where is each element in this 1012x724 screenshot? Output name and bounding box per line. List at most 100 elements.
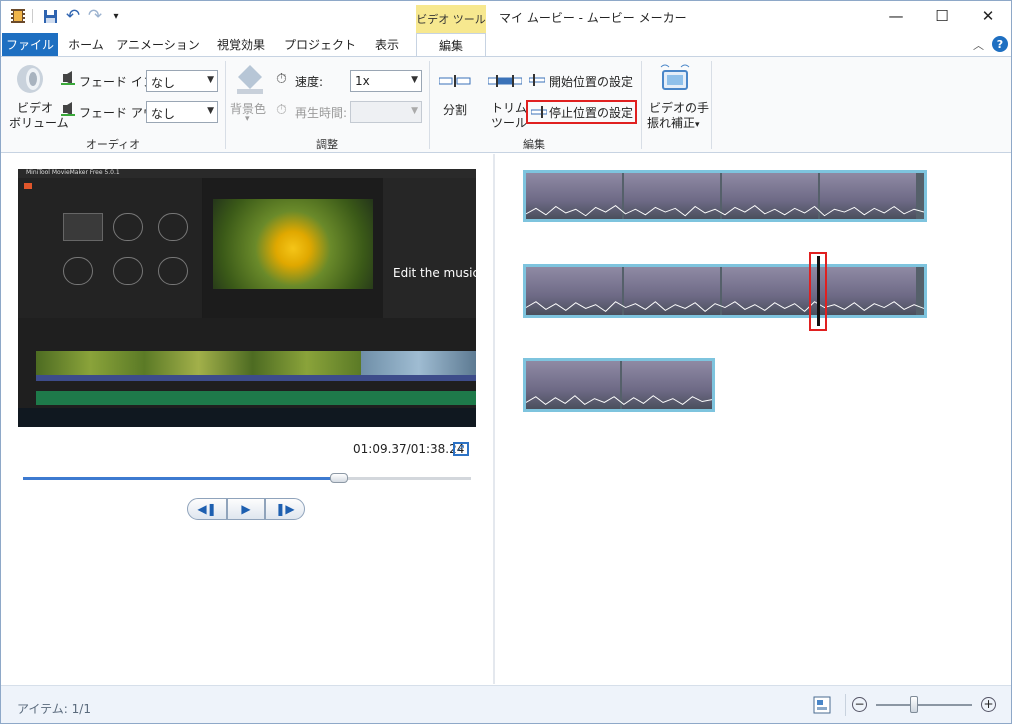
- video-volume-label-2[interactable]: ボリューム: [9, 114, 69, 131]
- set-start-point-icon[interactable]: [528, 74, 546, 89]
- thumbnail-size-icon[interactable]: [813, 696, 831, 714]
- group-separator: [711, 61, 712, 149]
- group-label-edit: 編集: [523, 138, 545, 151]
- embedded-taskbar: [18, 408, 476, 427]
- set-end-point-button[interactable]: 停止位置の設定: [549, 104, 633, 121]
- tab-file[interactable]: ファイル: [2, 33, 58, 56]
- speed-label: 速度:: [295, 75, 324, 89]
- group-separator: [429, 61, 430, 149]
- seek-bar-progress: [23, 477, 339, 480]
- embedded-import-tile: [63, 213, 103, 241]
- speed-icon: ⏱: [276, 71, 287, 87]
- chevron-down-icon: ▼: [411, 75, 418, 85]
- maximize-icon: ☐: [935, 7, 949, 25]
- embedded-music-tile: [158, 257, 188, 285]
- group-label-adjust: 調整: [316, 138, 338, 151]
- next-frame-button[interactable]: ❚▶: [265, 498, 305, 520]
- play-button[interactable]: ▶: [227, 498, 265, 520]
- tab-view[interactable]: 表示: [363, 33, 411, 56]
- fullscreen-icon[interactable]: ↗: [453, 442, 469, 456]
- chevron-down-icon: ▼: [207, 106, 214, 116]
- tab-visual-effects[interactable]: 視覚効果: [205, 33, 277, 56]
- status-bar: アイテム: 1/1 − +: [1, 685, 1011, 723]
- qat-customize-icon[interactable]: ▾: [107, 7, 125, 25]
- window-title: マイ ムービー - ムービー メーカー: [499, 11, 687, 25]
- embedded-music-tile: [113, 213, 143, 241]
- play-icon: ▶: [241, 502, 251, 516]
- fade-in-select[interactable]: なし ▼: [146, 70, 218, 92]
- embedded-music-tile: [158, 213, 188, 241]
- video-preview[interactable]: MiniTool MovieMaker Free 5.0.1 Edit the …: [18, 169, 476, 427]
- fade-out-select[interactable]: なし ▼: [146, 101, 218, 123]
- video-stabilization-icon[interactable]: [659, 63, 691, 98]
- context-tab-video-tools: ビデオ ツール: [416, 5, 486, 33]
- previous-frame-icon: ◀❚: [197, 502, 217, 516]
- zoom-in-icon[interactable]: +: [981, 697, 996, 712]
- embedded-media-icon: [24, 183, 32, 189]
- split-button-label[interactable]: 分割: [443, 101, 467, 118]
- item-count: アイテム: 1/1: [17, 702, 91, 716]
- audio-waveform: [526, 394, 712, 405]
- speed-select[interactable]: 1x ▼: [350, 70, 422, 92]
- playhead-highlight: [809, 252, 827, 331]
- audio-waveform: [526, 204, 924, 216]
- group-separator: [641, 61, 642, 149]
- seek-bar-thumb[interactable]: [329, 473, 348, 483]
- trim-tool-icon[interactable]: [487, 75, 523, 90]
- video-volume-icon[interactable]: [15, 63, 45, 98]
- save-icon[interactable]: [41, 7, 59, 25]
- trim-tool-label-2[interactable]: ツール: [491, 114, 527, 131]
- tab-animation[interactable]: アニメーション: [115, 33, 201, 56]
- duration-select: ▼: [350, 101, 422, 123]
- timeline-clip-row-3[interactable]: [523, 358, 715, 412]
- audio-waveform: [526, 300, 924, 312]
- group-separator: [225, 61, 226, 149]
- embedded-music-tile: [113, 257, 143, 285]
- next-frame-icon: ❚▶: [275, 502, 295, 516]
- preview-overlay-text: Edit the music: [393, 266, 476, 280]
- close-button[interactable]: ✕: [965, 1, 1011, 31]
- title-bar: ↶ ↷ ▾ ビデオ ツール マイ ムービー - ムービー メーカー — ☐ ✕: [1, 1, 1011, 33]
- split-icon[interactable]: [438, 75, 471, 90]
- help-icon[interactable]: ?: [992, 36, 1008, 52]
- embedded-flower-frame: [213, 199, 373, 289]
- ribbon-tabs: ファイル ホーム アニメーション 視覚効果 プロジェクト 表示 編集 ︿ ?: [1, 33, 1011, 57]
- status-separator: [845, 694, 846, 716]
- embedded-properties-panel: Edit the music: [383, 178, 476, 318]
- timeline-clip-row-1[interactable]: [523, 170, 927, 222]
- timeline-clip-row-2[interactable]: [523, 264, 927, 318]
- set-end-point-icon[interactable]: [530, 106, 548, 121]
- embedded-video-track: [36, 351, 361, 375]
- maximize-button[interactable]: ☐: [919, 1, 965, 31]
- embedded-transition-track: [36, 375, 476, 381]
- embedded-audio-track: [36, 391, 476, 405]
- tab-project[interactable]: プロジェクト: [281, 33, 359, 56]
- ribbon-collapse-icon[interactable]: ︿: [973, 37, 984, 53]
- duration-label: 再生時間:: [295, 106, 348, 120]
- chevron-down-icon: ▼: [207, 75, 214, 85]
- tab-edit[interactable]: 編集: [416, 33, 486, 57]
- redo-icon[interactable]: ↷: [86, 6, 104, 26]
- storyboard-pane: [495, 154, 1011, 684]
- background-color-arrow: ▾: [245, 114, 250, 124]
- timecode: 01:09.37/01:38.24: [353, 442, 465, 456]
- group-label-audio: オーディオ: [85, 138, 141, 151]
- minimize-icon: —: [888, 7, 904, 25]
- embedded-app-titlebar: MiniTool MovieMaker Free 5.0.1: [18, 169, 476, 178]
- zoom-out-icon[interactable]: −: [852, 697, 867, 712]
- video-stabilization-label-2[interactable]: 振れ補正▾: [647, 114, 700, 131]
- embedded-media-panel: [18, 178, 202, 318]
- fade-out-icon: [61, 102, 75, 119]
- embedded-music-tile: [63, 257, 93, 285]
- zoom-slider-thumb[interactable]: [910, 696, 919, 713]
- previous-frame-button[interactable]: ◀❚: [187, 498, 227, 520]
- undo-icon[interactable]: ↶: [64, 6, 82, 26]
- tab-home[interactable]: ホーム: [59, 33, 113, 56]
- zoom-slider[interactable]: [876, 704, 972, 706]
- qat-separator: [32, 9, 33, 23]
- movie-maker-window: ↶ ↷ ▾ ビデオ ツール マイ ムービー - ムービー メーカー — ☐ ✕ …: [0, 0, 1012, 724]
- minimize-button[interactable]: —: [873, 1, 919, 31]
- app-film-icon: [9, 7, 27, 25]
- duration-icon: ⏱: [276, 102, 287, 118]
- set-start-point-button[interactable]: 開始位置の設定: [549, 73, 633, 90]
